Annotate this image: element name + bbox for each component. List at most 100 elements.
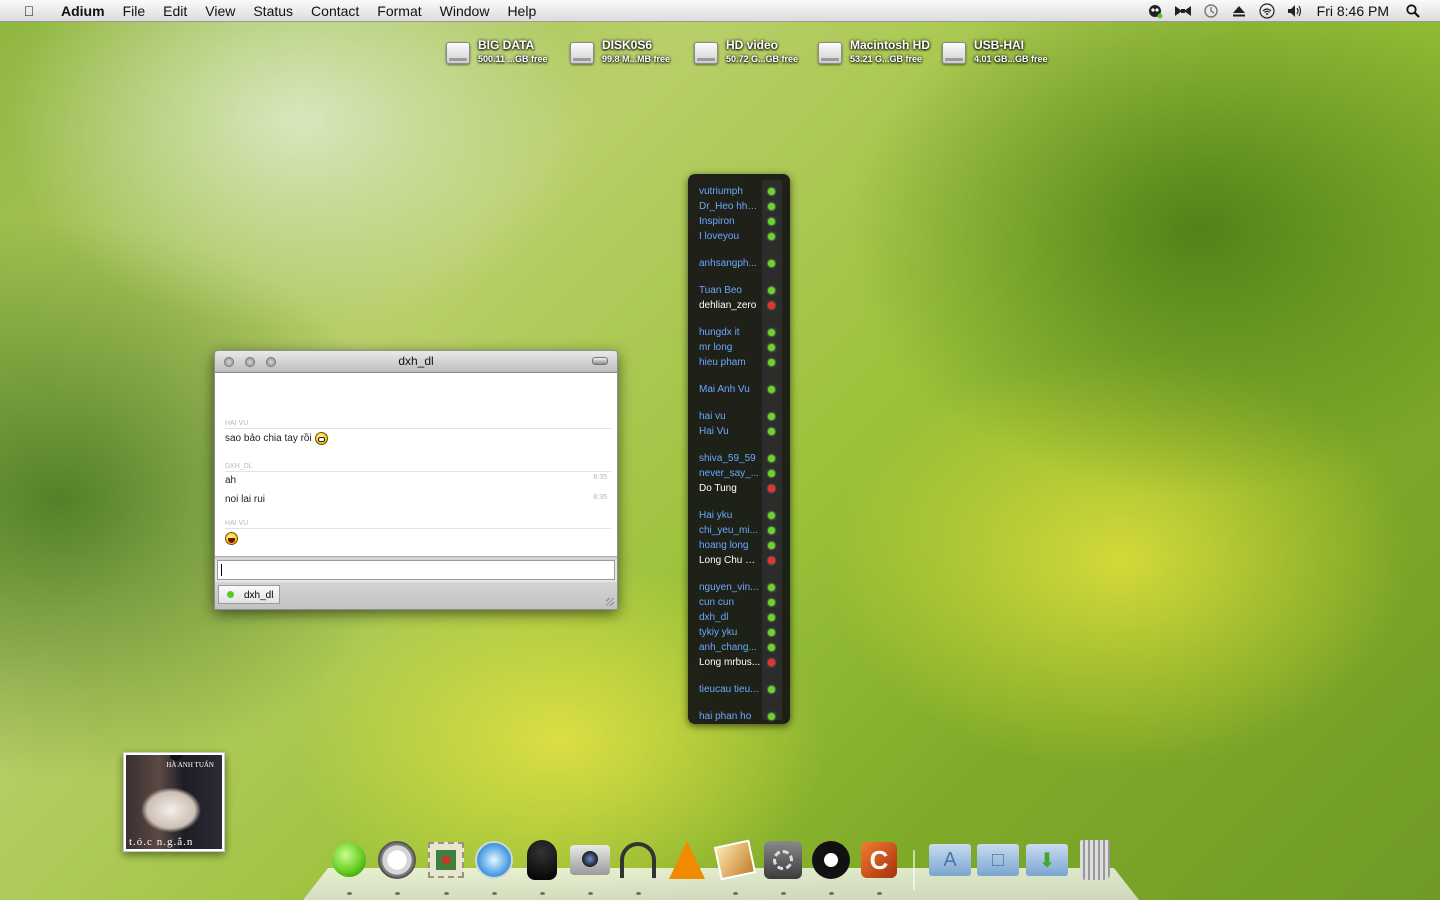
contact-name: dehlian_zero	[699, 300, 757, 311]
contact-list-item[interactable]: anhsangph...	[699, 256, 785, 271]
drive-name: DISK0S6	[602, 38, 653, 52]
menu-status[interactable]: Status	[244, 0, 302, 22]
online-status-icon	[768, 218, 775, 225]
menu-file[interactable]: File	[114, 0, 155, 22]
online-status-icon	[768, 287, 775, 294]
chat-window: dxh_dl HAI VU sao bảo chia tay rồi DXH_D…	[214, 350, 618, 610]
downloads-folder-icon[interactable]: ⬇	[1025, 838, 1069, 882]
gauge-icon[interactable]	[375, 838, 419, 882]
contact-list-item[interactable]: never_say_...	[699, 466, 785, 481]
contact-list-item[interactable]: tykiy yku	[699, 625, 785, 640]
contact-list-item[interactable]: Mai Anh Vu	[699, 382, 785, 397]
contact-list-item[interactable]: hoang long	[699, 538, 785, 553]
adium-status-icon[interactable]	[1146, 3, 1164, 19]
desktop-drive-usb-hai[interactable]: USB-HAI 4.01 GB...GB free	[942, 38, 1048, 65]
menu-window[interactable]: Window	[431, 0, 499, 22]
contact-list-item[interactable]: Long Chu Huy	[699, 553, 785, 568]
message-history: HAI VU sao bảo chia tay rồi DXH_DL ah 8:…	[215, 373, 617, 556]
contact-name: Inspiron	[699, 216, 735, 227]
running-indicator	[781, 892, 786, 895]
system-preferences-icon[interactable]	[761, 838, 805, 882]
contact-list-item[interactable]: dxh_dl	[699, 610, 785, 625]
message-sender: HAI VU	[225, 520, 611, 529]
desktop-drive-disk0s6[interactable]: DISK0S6 99.8 M...MB free	[570, 38, 670, 65]
contact-list-item[interactable]: hungdx it	[699, 325, 785, 340]
contact-list-item[interactable]: Long mrbus...	[699, 655, 785, 670]
time-machine-icon[interactable]	[1202, 3, 1220, 19]
coda-icon[interactable]: C	[857, 838, 901, 882]
photo-booth-icon[interactable]	[568, 838, 612, 882]
volume-icon[interactable]	[1286, 3, 1304, 19]
contact-list-item[interactable]: hai phan ho	[699, 709, 785, 724]
contact-list-item[interactable]: hieu pham	[699, 355, 785, 370]
message-text: sao bảo chia tay rồi	[225, 432, 328, 445]
contact-list-item[interactable]: I loveyou	[699, 229, 785, 244]
finder-icon[interactable]	[327, 838, 371, 882]
contact-list-item[interactable]: Dr_Heo hhh...	[699, 199, 785, 214]
menu-contact[interactable]: Contact	[302, 0, 368, 22]
contact-list-item[interactable]: Hai yku	[699, 508, 785, 523]
online-status-icon	[768, 329, 775, 336]
contact-list-item[interactable]: vutriumph	[699, 184, 785, 199]
contact-list-item[interactable]: Do Tung	[699, 481, 785, 496]
contact-list-item[interactable]: dehlian_zero	[699, 298, 785, 313]
safari-icon[interactable]	[472, 838, 516, 882]
bowtie-icon[interactable]	[809, 838, 853, 882]
message-text	[225, 532, 238, 545]
desktop-drive-macintosh-hd[interactable]: Macintosh HD 53.21 G...GB free	[818, 38, 930, 65]
message-text: ah	[225, 475, 237, 486]
apple-menu-icon[interactable]: 	[20, 3, 38, 19]
menu-edit[interactable]: Edit	[154, 0, 196, 22]
drive-free-space: 99.8 M...MB free	[602, 54, 671, 64]
contact-list-item[interactable]: anh_chang...	[699, 640, 785, 655]
chat-title-bar[interactable]: dxh_dl	[215, 351, 617, 373]
headphones-icon[interactable]	[616, 838, 660, 882]
chat-tab-bar: dxh_dl	[215, 582, 617, 609]
contact-list-item[interactable]: Tuan Beo	[699, 283, 785, 298]
resize-grip-icon[interactable]	[606, 598, 614, 606]
adium-icon[interactable]	[520, 838, 564, 882]
contact-list-item[interactable]: Hai Vu	[699, 424, 785, 439]
documents-folder-icon[interactable]: □	[976, 838, 1020, 882]
iphoto-icon[interactable]	[713, 838, 757, 882]
online-status-icon	[768, 629, 775, 636]
online-status-icon	[768, 470, 775, 477]
toolbar-toggle-button[interactable]	[592, 357, 608, 365]
stamps-icon[interactable]	[424, 838, 468, 882]
menu-format[interactable]: Format	[368, 0, 430, 22]
contact-name: Mai Anh Vu	[699, 384, 750, 395]
contact-list-item[interactable]: shiva_59_59	[699, 451, 785, 466]
bowtie-menu-icon[interactable]	[1174, 3, 1192, 19]
contact-list-item[interactable]: hai vu	[699, 409, 785, 424]
message-input[interactable]	[217, 560, 615, 580]
contact-list-item[interactable]: chi_yeu_mi...	[699, 523, 785, 538]
contact-name: nguyen_vin...	[699, 582, 759, 593]
trash-icon[interactable]	[1073, 838, 1117, 882]
chat-tab-dxh-dl[interactable]: dxh_dl	[218, 585, 280, 604]
contact-list-item[interactable]: mr long	[699, 340, 785, 355]
desktop-drive-big-data[interactable]: BIG DATA 500.11 ...GB free	[446, 38, 548, 65]
album-art-widget[interactable]: HÀ ANH TUẤN t.ó.c n.g.ắ.n	[123, 752, 225, 852]
desktop-drive-hd-video[interactable]: HD video 50.72 G...GB free	[694, 38, 798, 65]
contact-list-item[interactable]: Inspiron	[699, 214, 785, 229]
contact-name: hieu pham	[699, 357, 746, 368]
menu-view[interactable]: View	[196, 0, 244, 22]
hard-drive-icon	[818, 42, 842, 64]
spotlight-search-icon[interactable]	[1404, 3, 1422, 19]
menu-app-name[interactable]: Adium	[52, 0, 114, 22]
album-title: t.ó.c n.g.ắ.n	[129, 836, 194, 848]
contact-name: Tuan Beo	[699, 285, 742, 296]
away-status-icon	[768, 557, 775, 564]
applications-folder-icon[interactable]: A	[928, 838, 972, 882]
album-artist: HÀ ANH TUẤN	[166, 761, 214, 769]
contact-list-item[interactable]: nguyen_vin...	[699, 580, 785, 595]
menu-clock[interactable]: Fri 8:46 PM	[1317, 3, 1389, 19]
running-indicator	[395, 892, 400, 895]
online-status-icon	[227, 591, 234, 598]
menu-help[interactable]: Help	[498, 0, 545, 22]
eject-icon[interactable]	[1230, 3, 1248, 19]
contact-list-item[interactable]: tieucau tieu...	[699, 682, 785, 697]
contact-list-item[interactable]: cun cun	[699, 595, 785, 610]
vlc-icon[interactable]	[665, 838, 709, 882]
wifi-icon[interactable]	[1258, 3, 1276, 19]
